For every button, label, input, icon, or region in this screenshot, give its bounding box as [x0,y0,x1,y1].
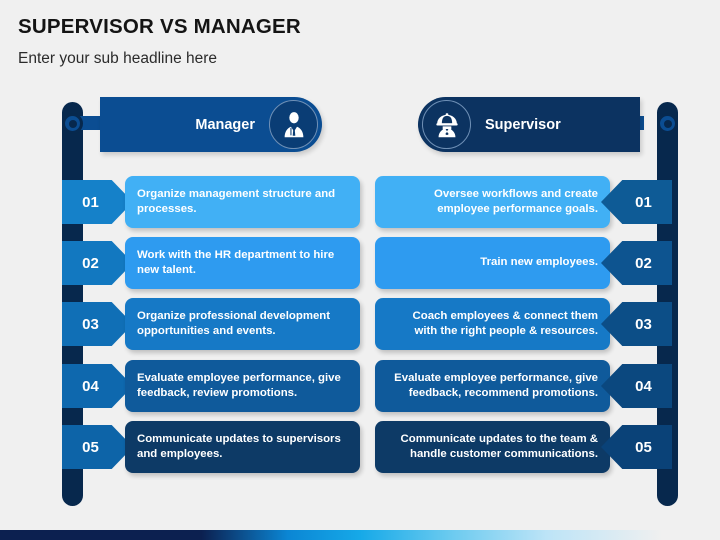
right-step-badge[interactable]: 02 [601,241,672,285]
right-step-badge[interactable]: 05 [601,425,672,469]
left-step-badge[interactable]: 05 [62,425,133,469]
right-step-badge[interactable]: 03 [601,302,672,346]
right-step-badge[interactable]: 01 [601,180,672,224]
supervisor-header-label: Supervisor [485,116,561,133]
left-step-badge[interactable]: 03 [62,302,133,346]
right-step-badge[interactable]: 04 [601,364,672,408]
slide-canvas: SUPERVISOR VS MANAGER Enter your sub hea… [0,0,720,540]
page-subtitle: Enter your sub headline here [18,50,218,67]
supervisor-header[interactable]: Supervisor [418,97,640,152]
page-title: SUPERVISOR VS MANAGER [18,15,301,38]
supervisor-card[interactable]: Communicate updates to the team & handle… [375,421,610,473]
businessman-suit-icon [269,100,318,149]
left-rail-ring-icon [62,113,83,134]
manager-card[interactable]: Organize professional development opport… [125,298,360,350]
supervisor-card[interactable]: Coach employees & connect them with the … [375,298,610,350]
manager-card-text: Evaluate employee performance, give feed… [137,371,341,400]
supervisor-card-text: Communicate updates to the team & handle… [400,432,598,461]
left-step-badge[interactable]: 01 [62,180,133,224]
manager-card[interactable]: Communicate updates to supervisors and e… [125,421,360,473]
manager-card-text: Work with the HR department to hire new … [137,248,335,277]
manager-card[interactable]: Organize management structure and proces… [125,176,360,228]
manager-card-text: Organize management structure and proces… [137,187,336,216]
supervisor-card[interactable]: Train new employees. [375,237,610,289]
hardhat-worker-icon [422,100,471,149]
supervisor-card-text: Evaluate employee performance, give feed… [394,371,598,400]
supervisor-card-text: Oversee workflows and create employee pe… [434,187,598,216]
manager-card[interactable]: Evaluate employee performance, give feed… [125,360,360,412]
supervisor-card[interactable]: Oversee workflows and create employee pe… [375,176,610,228]
manager-card[interactable]: Work with the HR department to hire new … [125,237,360,289]
left-step-badge[interactable]: 04 [62,364,133,408]
manager-header-label: Manager [195,116,255,133]
left-step-badge[interactable]: 02 [62,241,133,285]
supervisor-card-text: Train new employees. [480,256,598,269]
supervisor-card[interactable]: Evaluate employee performance, give feed… [375,360,610,412]
supervisor-card-text: Coach employees & connect them with the … [412,309,598,338]
manager-card-text: Organize professional development opport… [137,309,331,338]
manager-header[interactable]: Manager [100,97,322,152]
right-rail-ring-icon [657,113,678,134]
bottom-accent-strip [0,530,720,540]
manager-card-text: Communicate updates to supervisors and e… [137,432,341,461]
